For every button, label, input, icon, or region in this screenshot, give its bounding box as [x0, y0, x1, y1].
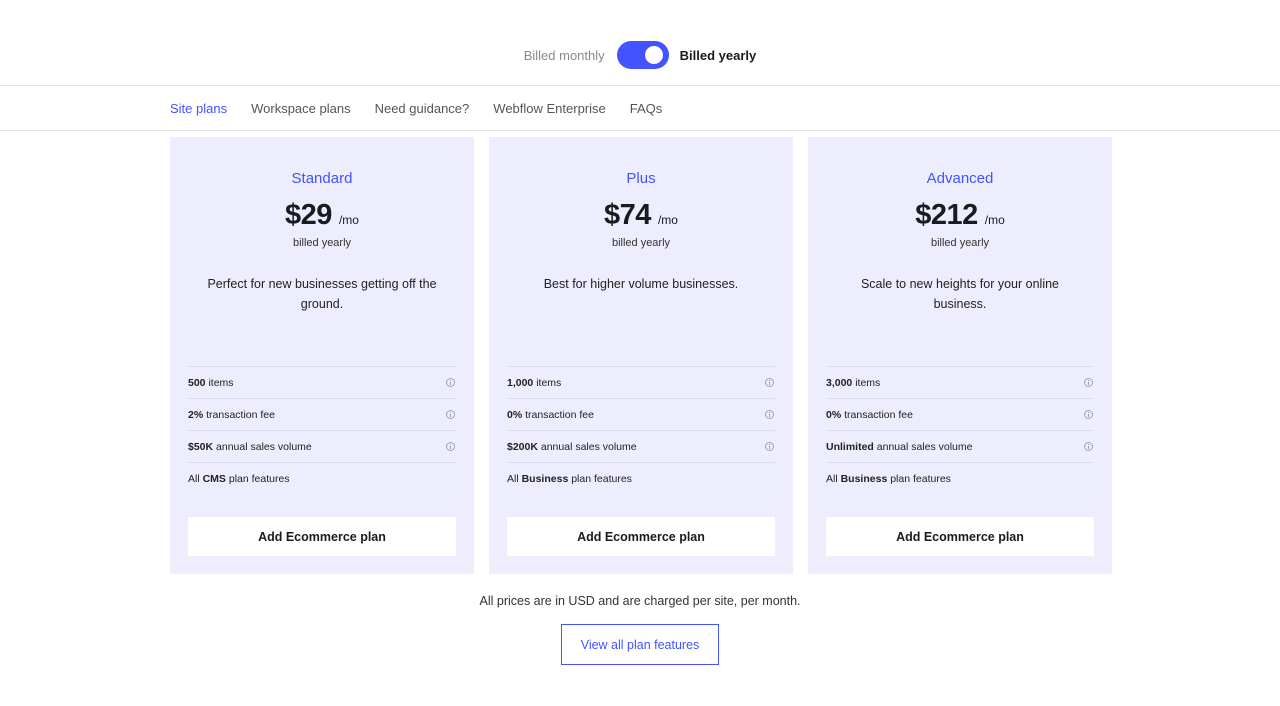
view-all-plan-features-button[interactable]: View all plan features	[561, 624, 719, 665]
add-ecommerce-plan-button[interactable]: Add Ecommerce plan	[826, 517, 1094, 556]
billing-note: billed yearly	[292, 237, 352, 249]
info-icon[interactable]	[765, 442, 774, 451]
feature-row: Unlimited annual sales volume	[826, 430, 1094, 462]
billing-toggle-switch[interactable]	[616, 41, 669, 69]
feature-row: 500 items	[188, 366, 456, 398]
billing-toggle-row: Billed monthly Billed yearly	[0, 40, 1280, 70]
plan-cards: Standard $29 /mo billed yearly Perfect f…	[170, 137, 1112, 574]
plan-card-plus: Plus $74 /mo billed yearly Best for high…	[489, 137, 793, 574]
price-row: $74 /mo	[489, 199, 793, 232]
feature-list: 3,000 items 0% transaction fee Unlimited…	[826, 366, 1094, 494]
add-ecommerce-plan-button[interactable]: Add Ecommerce plan	[507, 517, 775, 556]
info-icon[interactable]	[1084, 378, 1093, 387]
info-icon[interactable]	[446, 442, 455, 451]
plan-name: Standard	[291, 170, 353, 187]
feature-row: 3,000 items	[826, 366, 1094, 398]
feature-row: 0% transaction fee	[826, 398, 1094, 430]
price-period: /mo	[984, 213, 1005, 227]
plan-price: $212	[915, 199, 978, 231]
feature-row: All CMS plan features	[188, 462, 456, 494]
feature-list: 500 items 2% transaction fee $50K annual…	[188, 366, 456, 494]
tab-need-guidance[interactable]: Need guidance?	[375, 101, 470, 116]
feature-row: All Business plan features	[507, 462, 775, 494]
price-period: /mo	[657, 213, 678, 227]
feature-row: $50K annual sales volume	[188, 430, 456, 462]
plan-tabs: Site plans Workspace plans Need guidance…	[0, 85, 1280, 131]
price-row: $212 /mo	[808, 199, 1112, 232]
plan-price: $74	[604, 199, 651, 231]
plan-name: Advanced	[926, 170, 994, 187]
feature-row: All Business plan features	[826, 462, 1094, 494]
price-row: $29 /mo	[170, 199, 474, 232]
plan-price: $29	[285, 199, 332, 231]
pricing-footnote: All prices are in USD and are charged pe…	[479, 594, 801, 608]
billed-yearly-label[interactable]: Billed yearly	[680, 48, 757, 63]
feature-row: 1,000 items	[507, 366, 775, 398]
plan-description: Best for higher volume businesses.	[543, 277, 739, 291]
tab-faqs[interactable]: FAQs	[630, 101, 663, 116]
billing-note: billed yearly	[930, 237, 990, 249]
info-icon[interactable]	[446, 378, 455, 387]
tab-webflow-enterprise[interactable]: Webflow Enterprise	[493, 101, 605, 116]
plan-card-standard: Standard $29 /mo billed yearly Perfect f…	[170, 137, 474, 574]
tab-site-plans[interactable]: Site plans	[170, 101, 227, 116]
plan-description: Perfect for new businesses getting off t…	[207, 277, 437, 311]
feature-row: 2% transaction fee	[188, 398, 456, 430]
billing-note: billed yearly	[611, 237, 671, 249]
toggle-knob	[644, 46, 663, 64]
plan-name: Plus	[626, 170, 656, 187]
info-icon[interactable]	[446, 410, 455, 419]
add-ecommerce-plan-button[interactable]: Add Ecommerce plan	[188, 517, 456, 556]
price-period: /mo	[338, 213, 359, 227]
info-icon[interactable]	[765, 410, 774, 419]
info-icon[interactable]	[765, 378, 774, 387]
tab-workspace-plans[interactable]: Workspace plans	[251, 101, 350, 116]
feature-row: 0% transaction fee	[507, 398, 775, 430]
billed-monthly-label[interactable]: Billed monthly	[524, 48, 605, 63]
plan-card-advanced: Advanced $212 /mo billed yearly Scale to…	[808, 137, 1112, 574]
plan-description: Scale to new heights for your online bus…	[860, 277, 1060, 311]
info-icon[interactable]	[1084, 410, 1093, 419]
feature-list: 1,000 items 0% transaction fee $200K ann…	[507, 366, 775, 494]
feature-row: $200K annual sales volume	[507, 430, 775, 462]
info-icon[interactable]	[1084, 442, 1093, 451]
